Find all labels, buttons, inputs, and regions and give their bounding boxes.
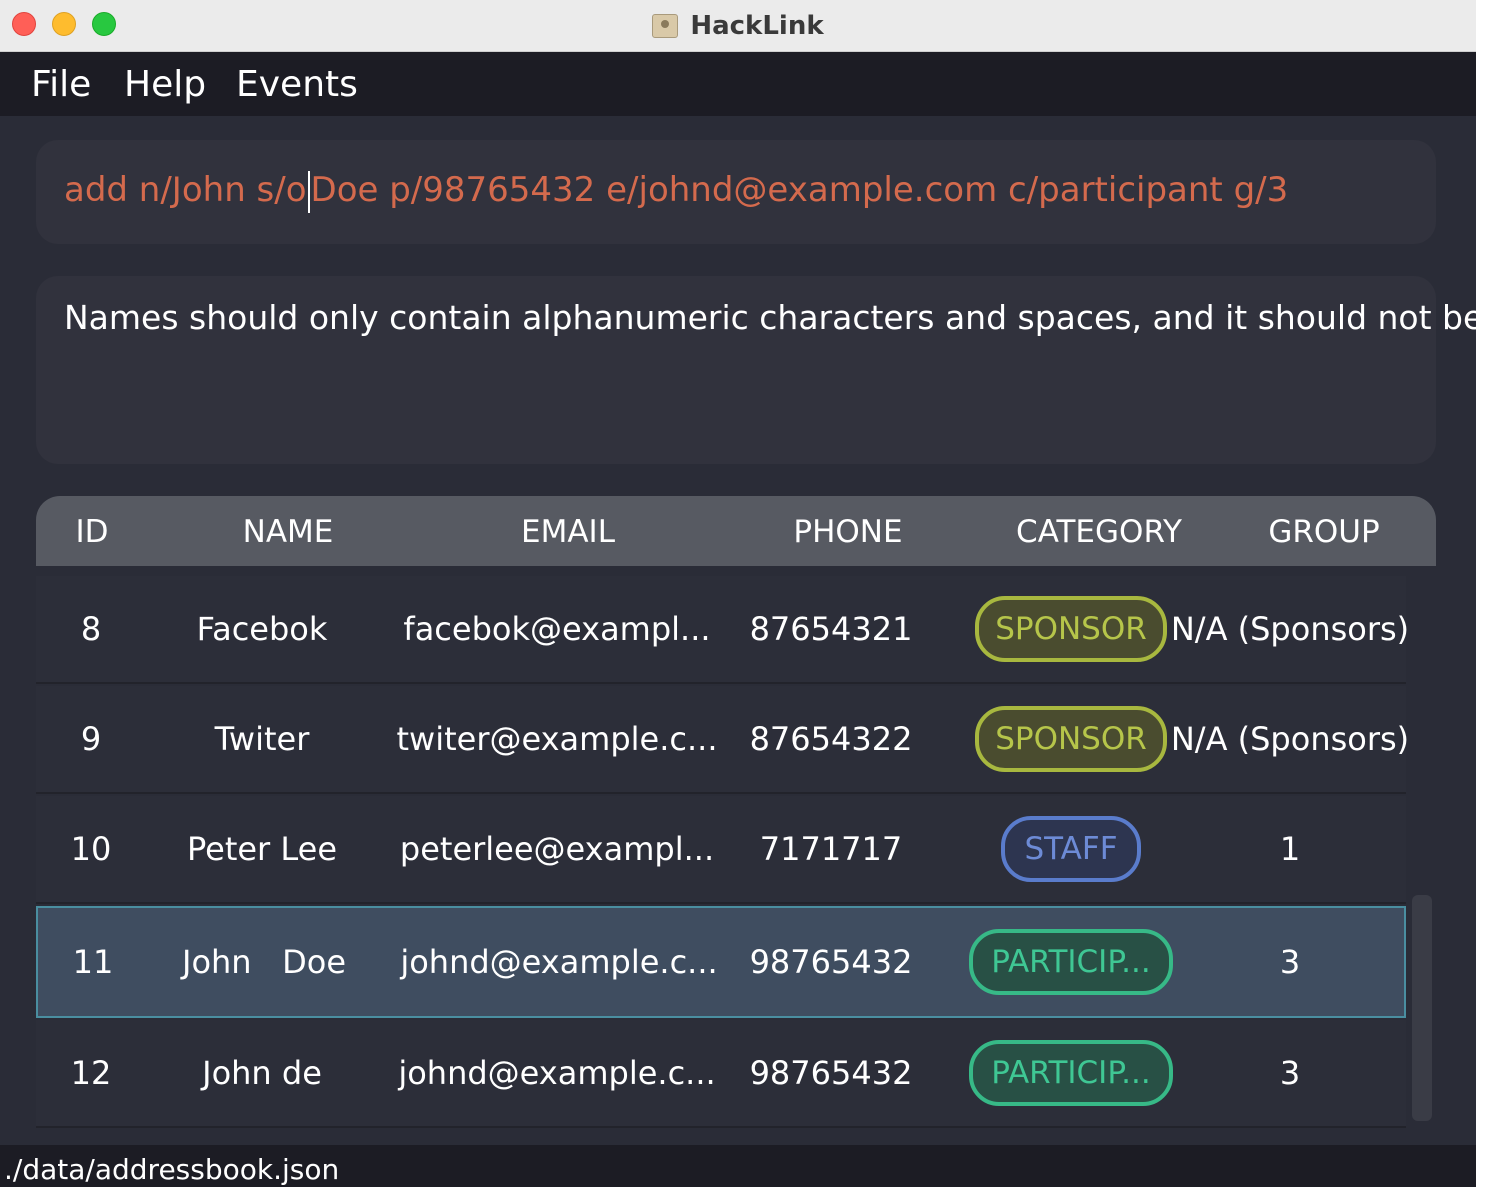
table-row[interactable]: 10 Peter Lee peterlee@exampl... 7171717 … (36, 796, 1406, 904)
category-badge-staff: STAFF (1001, 816, 1141, 882)
cell-id: 8 (80, 610, 102, 648)
cell-group: 3 (1279, 943, 1301, 981)
cell-id: 9 (80, 720, 102, 758)
cell-email: johnd@example.c... (400, 943, 718, 981)
command-text: add n/John s/o Doe p/98765432 e/johnd@exa… (64, 170, 1288, 213)
contact-table: 8 Facebok facebok@exampl... 87654321 SPO… (36, 566, 1436, 1128)
column-header-name: NAME (242, 514, 334, 550)
cell-phone: 98765432 (749, 943, 913, 981)
cell-phone: 7171717 (759, 830, 903, 868)
cell-group: 3 (1279, 1054, 1301, 1092)
menu-help[interactable]: Help (124, 64, 206, 105)
cell-name: Peter Lee (186, 830, 338, 868)
command-input[interactable]: add n/John s/o Doe p/98765432 e/johnd@exa… (36, 140, 1436, 244)
column-header-phone: PHONE (793, 514, 903, 550)
table-row[interactable]: 8 Facebok facebok@exampl... 87654321 SPO… (36, 576, 1410, 684)
cell-email: johnd@example.c... (398, 1054, 716, 1092)
cell-id: 11 (72, 943, 114, 981)
result-display: Names should only contain alphanumeric c… (36, 276, 1476, 464)
cell-phone: 98765432 (749, 1054, 913, 1092)
menu-bar: File Help Events (0, 52, 1476, 116)
column-header-group: GROUP (1268, 514, 1380, 550)
window-title: HackLink (690, 11, 824, 41)
cell-email: peterlee@exampl... (399, 830, 715, 868)
cell-email: facebok@exampl... (403, 610, 711, 648)
result-message: Names should only contain alphanumeric c… (64, 298, 1476, 337)
category-badge-participant: PARTICIP... (969, 1040, 1173, 1106)
cell-name: John de (202, 1054, 322, 1092)
category-badge-sponsor: SPONSOR (975, 706, 1167, 772)
table-row[interactable]: 12 John de johnd@example.c... 98765432 P… (36, 1020, 1406, 1128)
cell-phone: 87654321 (749, 610, 913, 648)
table-row[interactable]: 9 Twiter twiter@example.c... 87654322 SP… (36, 686, 1410, 794)
table-scrollbar[interactable] (1412, 895, 1432, 1121)
column-header-category: CATEGORY (1016, 514, 1182, 550)
cell-phone: 87654322 (749, 720, 913, 758)
command-text-before-caret: add n/John s/o (64, 170, 307, 210)
cell-group: N/A (Sponsors) (1170, 720, 1410, 758)
category-badge-participant: PARTICIP... (969, 929, 1173, 995)
cell-name: John Doe (182, 943, 346, 981)
table-row-selected[interactable]: 11 John Doe johnd@example.c... 98765432 … (36, 906, 1406, 1018)
text-caret (307, 170, 310, 213)
menu-events[interactable]: Events (236, 64, 358, 105)
cell-group: N/A (Sponsors) (1170, 610, 1410, 648)
category-badge-sponsor: SPONSOR (975, 596, 1167, 662)
command-text-after-caret: Doe p/98765432 e/johnd@example.com c/par… (310, 170, 1289, 210)
table-header: ID NAME EMAIL PHONE CATEGORY GROUP (36, 496, 1436, 566)
cell-id: 10 (70, 830, 112, 868)
cell-name: Twiter (214, 720, 310, 758)
cell-group: 1 (1279, 830, 1301, 868)
title-bar: HackLink (0, 0, 1476, 52)
cell-name: Facebok (196, 610, 328, 648)
app-icon (652, 14, 679, 38)
menu-file[interactable]: File (31, 64, 91, 105)
cell-email: twiter@example.c... (396, 720, 718, 758)
cell-id: 12 (70, 1054, 112, 1092)
data-file-path: ./data/addressbook.json (4, 1153, 340, 1186)
status-bar: ./data/addressbook.json (0, 1145, 1476, 1187)
app-window: HackLink File Help Events add n/John s/o… (0, 0, 1476, 1187)
column-header-email: EMAIL (521, 514, 615, 550)
column-header-id: ID (75, 514, 109, 550)
